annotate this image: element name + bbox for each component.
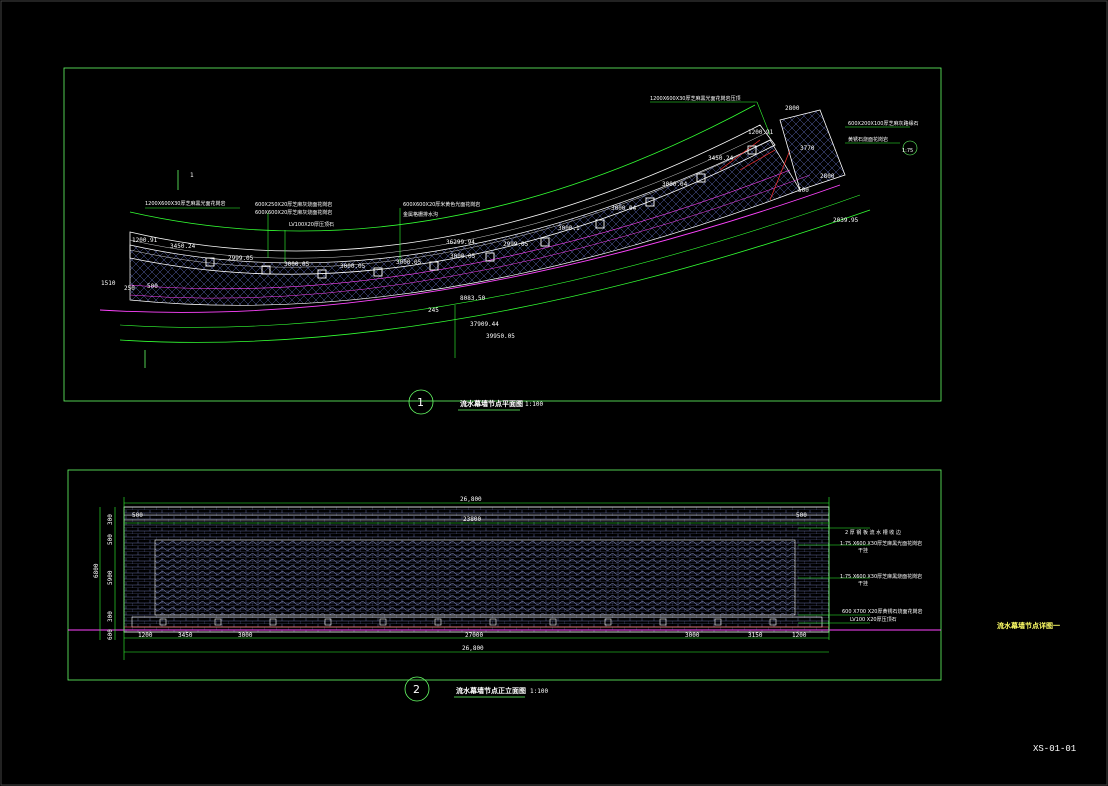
- plan-dim: 3000.05: [396, 259, 422, 266]
- plan-section-mark: 1: [190, 172, 194, 179]
- elevation-bubble-number: 2: [413, 683, 420, 696]
- plan-scale: 1:100: [525, 401, 543, 408]
- plan-dim: 8083.50: [460, 295, 486, 302]
- plan-dim: 37909.44: [470, 321, 499, 328]
- plan-dim: 2800: [785, 105, 800, 112]
- plan-view: 1 1200X600X30厚芝麻黑光面花岗岩 600X250X20厚芝麻灰烧面花…: [63, 67, 942, 415]
- elevation-title: 流水幕墙节点正立面图: [456, 686, 526, 695]
- elev-dim-bottom: 3150: [748, 632, 763, 639]
- plan-dim: 3000.04: [611, 205, 637, 212]
- plan-dim: 2039.95: [833, 217, 859, 224]
- plan-note-4: LV100X20厚压顶石: [289, 222, 334, 228]
- plan-note-7: 1200X600X30厚芝麻黑光面花岗岩压顶: [650, 95, 740, 102]
- plan-dim: 3000.05: [340, 263, 366, 270]
- side-title: 流水幕墙节点详图一: [997, 621, 1060, 630]
- plan-dim: 3000.04: [662, 181, 688, 188]
- plan-dim: 2800: [820, 173, 835, 180]
- plan-dim: 2999.05: [503, 241, 529, 248]
- cad-drawing-canvas: 1 1200X600X30厚芝麻黑光面花岗岩 600X250X20厚芝麻灰烧面花…: [0, 0, 1108, 786]
- plan-dim: 1200.91: [748, 129, 774, 136]
- elev-dim-left: 5900: [107, 570, 114, 585]
- plan-dim: 3450.24: [170, 243, 196, 250]
- plan-dim: 3450.24: [708, 155, 734, 162]
- plan-dim: 39950.05: [486, 333, 515, 340]
- elev-dim-bottom: 3000: [238, 632, 253, 639]
- plan-dim: 3000.05: [450, 253, 476, 260]
- elev-note: 2 厚 钢 板 流 水 槽 收 边: [845, 529, 901, 536]
- elev-note: 1:75 X600 X30厚芝麻黑烧面花岗岩: [840, 573, 922, 580]
- elev-dim-left: 500: [107, 534, 114, 545]
- plan-dim: 1200.91: [132, 237, 158, 244]
- plan-dim: 3770: [800, 145, 815, 152]
- plan-note-1: 1200X600X30厚芝麻黑光面花岗岩: [145, 200, 225, 207]
- plan-note-3: 600X600X20厚芝麻灰烧面花岗岩: [255, 209, 332, 216]
- elev-note: 600 X700 X20厚黄锈石烧面花岗岩: [842, 608, 922, 615]
- plan-dim: 500: [147, 283, 158, 290]
- elevation-water-panel: [154, 539, 796, 616]
- plan-paving-hatch: [129, 139, 801, 306]
- sheet-number: XS-01-01: [1033, 744, 1076, 754]
- elev-dim-bottom: 1200: [138, 632, 153, 639]
- plan-note-10: 1:75: [902, 148, 913, 154]
- plan-dim: 500: [798, 187, 809, 194]
- elev-dim-top: 500: [132, 512, 143, 519]
- elev-dim-bottom: 3450: [178, 632, 193, 639]
- elev-dim-bottom: 3000: [685, 632, 700, 639]
- elev-note: 1:75 X600 X30厚芝麻黑光面花岗岩: [840, 540, 922, 547]
- plan-note-5: 600X600X20厚米黄色光面花岗岩: [403, 201, 480, 208]
- plan-dim: 245: [428, 307, 439, 314]
- elev-dim-top: 26,800: [460, 496, 482, 503]
- elevation-scale: 1:100: [530, 688, 548, 695]
- elev-note: LV100 X20厚压顶石: [850, 617, 897, 623]
- elev-dim-bottom: 27000: [465, 632, 483, 639]
- elev-dim-left: 300: [107, 611, 114, 622]
- elev-dim-left: 6800: [93, 563, 100, 578]
- plan-title: 流水幕墙节点平面图: [460, 399, 523, 408]
- elev-note: 干挂: [858, 580, 868, 587]
- elev-dim-left: 600: [107, 629, 114, 640]
- elev-dim-bottom: 1200: [792, 632, 807, 639]
- plan-dim: 3000.05: [284, 261, 310, 268]
- elev-note: 干挂: [858, 547, 868, 554]
- plan-bubble-number: 1: [417, 396, 424, 409]
- elev-dim-bottom: 26,800: [462, 645, 484, 652]
- plan-dim: 250: [124, 285, 135, 292]
- plan-dim: 2999.05: [228, 255, 254, 262]
- elevation-view: 26,800 23800 500 500 1200 3450 3000 2700…: [67, 469, 942, 702]
- elev-dim-top: 23800: [463, 516, 481, 523]
- plan-note-6: 金属格栅排水沟: [403, 211, 438, 218]
- plan-note-8: 600X200X100厚芝麻灰路缘石: [848, 120, 918, 127]
- plan-dim: 3000.1: [558, 225, 580, 232]
- elev-dim-top: 500: [796, 512, 807, 519]
- elev-dim-left: 300: [107, 514, 114, 525]
- plan-note-9: 黄锈石烧面花岗岩: [848, 136, 888, 143]
- plan-dim: 1510: [101, 280, 116, 287]
- plan-dim: 36299.94: [446, 239, 475, 246]
- plan-note-2: 600X250X20厚芝麻灰烧面花岗岩: [255, 201, 332, 208]
